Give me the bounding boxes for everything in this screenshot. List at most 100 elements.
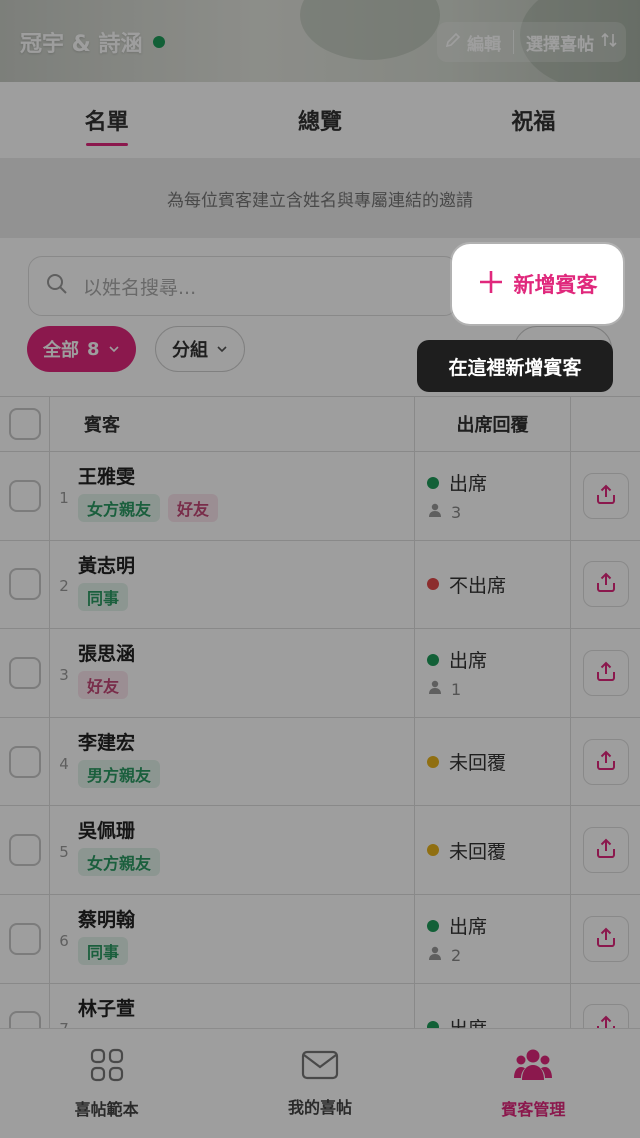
table-row[interactable]: 2 黃志明 同事 不出席	[0, 540, 640, 630]
filter-all-chip[interactable]: 全部 8	[27, 326, 136, 372]
share-button[interactable]	[582, 649, 629, 696]
action-cell	[571, 806, 640, 894]
chevron-down-icon	[216, 339, 228, 360]
rsvp-status-text: 出席	[449, 1014, 487, 1028]
edit-button[interactable]: 編輯	[445, 30, 501, 55]
add-guest-button[interactable]: 新增賓客	[452, 244, 623, 324]
row-checkbox[interactable]	[8, 656, 41, 689]
guest-name[interactable]: 張思涵	[78, 641, 414, 667]
select-all-checkbox[interactable]	[8, 408, 41, 440]
share-icon	[595, 837, 617, 863]
share-button[interactable]	[582, 738, 629, 785]
status-dot	[427, 844, 439, 857]
row-checkbox[interactable]	[8, 745, 41, 778]
select-invite-label: 選擇喜帖	[526, 34, 594, 55]
attendee-count-value: 3	[451, 502, 462, 522]
rsvp-status: 未回覆	[427, 837, 570, 864]
row-checkbox[interactable]	[8, 922, 41, 955]
edit-label: 編輯	[467, 34, 501, 55]
row-number: 7	[50, 984, 78, 1028]
rsvp-status: 出席	[427, 646, 570, 673]
rsvp-cell: 出席 2	[415, 894, 571, 983]
nav-my-invitations-label: 我的喜帖	[287, 1097, 352, 1117]
row-checkbox[interactable]	[8, 479, 41, 512]
share-button[interactable]	[582, 1004, 629, 1028]
table-row[interactable]: 5 吳佩珊 女方親友 未回覆	[0, 806, 640, 895]
status-dot	[427, 755, 439, 768]
guest-name[interactable]: 李建宏	[78, 730, 414, 756]
nav-guest-management[interactable]: 賓客管理	[427, 1029, 640, 1138]
guest-name[interactable]: 蔡明翰	[78, 907, 414, 933]
guest-info: 蔡明翰 同事	[78, 895, 414, 983]
guest-tags: 男方親友	[78, 759, 414, 788]
guest-name[interactable]: 林子萱	[78, 996, 414, 1022]
status-dot	[427, 919, 439, 932]
header: 冠宇 & 詩涵 編輯 選擇喜帖	[0, 0, 640, 82]
tab-overview[interactable]: 總覽	[213, 82, 426, 158]
guest-name[interactable]: 吳佩珊	[78, 818, 414, 844]
table-row[interactable]: 3 張思涵 好友 出席 1	[0, 629, 640, 718]
couple-name-text: 冠宇 & 詩涵	[20, 32, 143, 57]
filter-group-chip[interactable]: 分組	[155, 326, 245, 372]
share-icon	[595, 926, 617, 952]
guest-tags: 同事	[78, 936, 414, 965]
guest-name[interactable]: 王雅雯	[78, 464, 414, 490]
table-body: 1 王雅雯 女方親友 好友 出席 3 2 黃志明 同事 不出席 3 張思涵 好友…	[0, 452, 640, 1028]
share-button[interactable]	[582, 472, 629, 519]
table-row[interactable]: 4 李建宏 男方親友 未回覆	[0, 717, 640, 807]
row-checkbox[interactable]	[8, 568, 41, 601]
online-status-dot	[152, 36, 165, 48]
people-icon	[513, 1048, 553, 1086]
action-cell	[571, 895, 640, 983]
guest-tag: 女方親友	[78, 848, 161, 877]
guest-cell: 7 林子萱	[50, 983, 415, 1028]
guest-tag: 好友	[78, 671, 129, 700]
nav-guest-management-label: 賓客管理	[501, 1099, 566, 1119]
search-placeholder: 以姓名搜尋...	[83, 276, 197, 299]
guest-cell: 1 王雅雯 女方親友 好友	[50, 452, 415, 540]
row-checkbox-cell	[0, 717, 50, 806]
col-rsvp-header: 出席回覆	[415, 397, 571, 451]
rsvp-status-text: 出席	[449, 473, 488, 496]
table-row[interactable]: 1 王雅雯 女方親友 好友 出席 3	[0, 452, 640, 541]
table-row[interactable]: 6 蔡明翰 同事 出席 2	[0, 894, 640, 984]
action-cell	[571, 629, 640, 717]
share-button[interactable]	[582, 561, 629, 608]
col-guest-header: 賓客	[50, 397, 415, 451]
plus-icon	[478, 269, 504, 300]
share-button[interactable]	[582, 827, 629, 874]
header-decoration	[300, 0, 440, 60]
guest-tags: 女方親友	[78, 848, 414, 877]
rsvp-status: 出席	[427, 912, 570, 939]
row-checkbox[interactable]	[8, 1011, 41, 1028]
row-checkbox-cell	[0, 806, 50, 894]
couple-name: 冠宇 & 詩涵	[20, 26, 165, 58]
table-row[interactable]: 7 林子萱 出席	[0, 983, 640, 1028]
tab-blessings[interactable]: 祝福	[427, 82, 640, 158]
guest-name[interactable]: 黃志明	[78, 553, 414, 579]
nav-templates-label: 喜帖範本	[74, 1099, 139, 1119]
guest-table: 賓客 出席回覆 1 王雅雯 女方親友 好友 出席 3 2 黃志明 同事 不出席 …	[0, 396, 640, 1028]
row-number: 2	[59, 577, 69, 596]
select-invite-button[interactable]: 選擇喜帖	[526, 30, 618, 55]
guest-tags: 同事	[78, 582, 414, 611]
select-all-cell	[0, 397, 50, 451]
header-divider	[513, 30, 514, 54]
row-checkbox[interactable]	[8, 834, 41, 867]
nav-templates[interactable]: 喜帖範本	[0, 1029, 213, 1138]
rsvp-cell: 不出席	[415, 540, 571, 629]
add-guest-label: 新增賓客	[513, 273, 598, 297]
attendee-count-value: 2	[451, 945, 462, 965]
guest-cell: 5 吳佩珊 女方親友	[50, 806, 415, 894]
nav-my-invitations[interactable]: 我的喜帖	[213, 1029, 426, 1138]
row-number: 5	[59, 843, 69, 862]
row-number: 6	[59, 931, 69, 950]
row-checkbox-cell	[0, 629, 50, 717]
share-button[interactable]	[582, 915, 629, 962]
rsvp-status-text: 未回覆	[449, 752, 507, 775]
search-input[interactable]: 以姓名搜尋...	[28, 256, 458, 316]
status-dot	[427, 653, 439, 666]
tab-list[interactable]: 名單	[0, 82, 213, 158]
row-number: 1	[59, 488, 69, 507]
status-dot	[427, 1021, 439, 1028]
